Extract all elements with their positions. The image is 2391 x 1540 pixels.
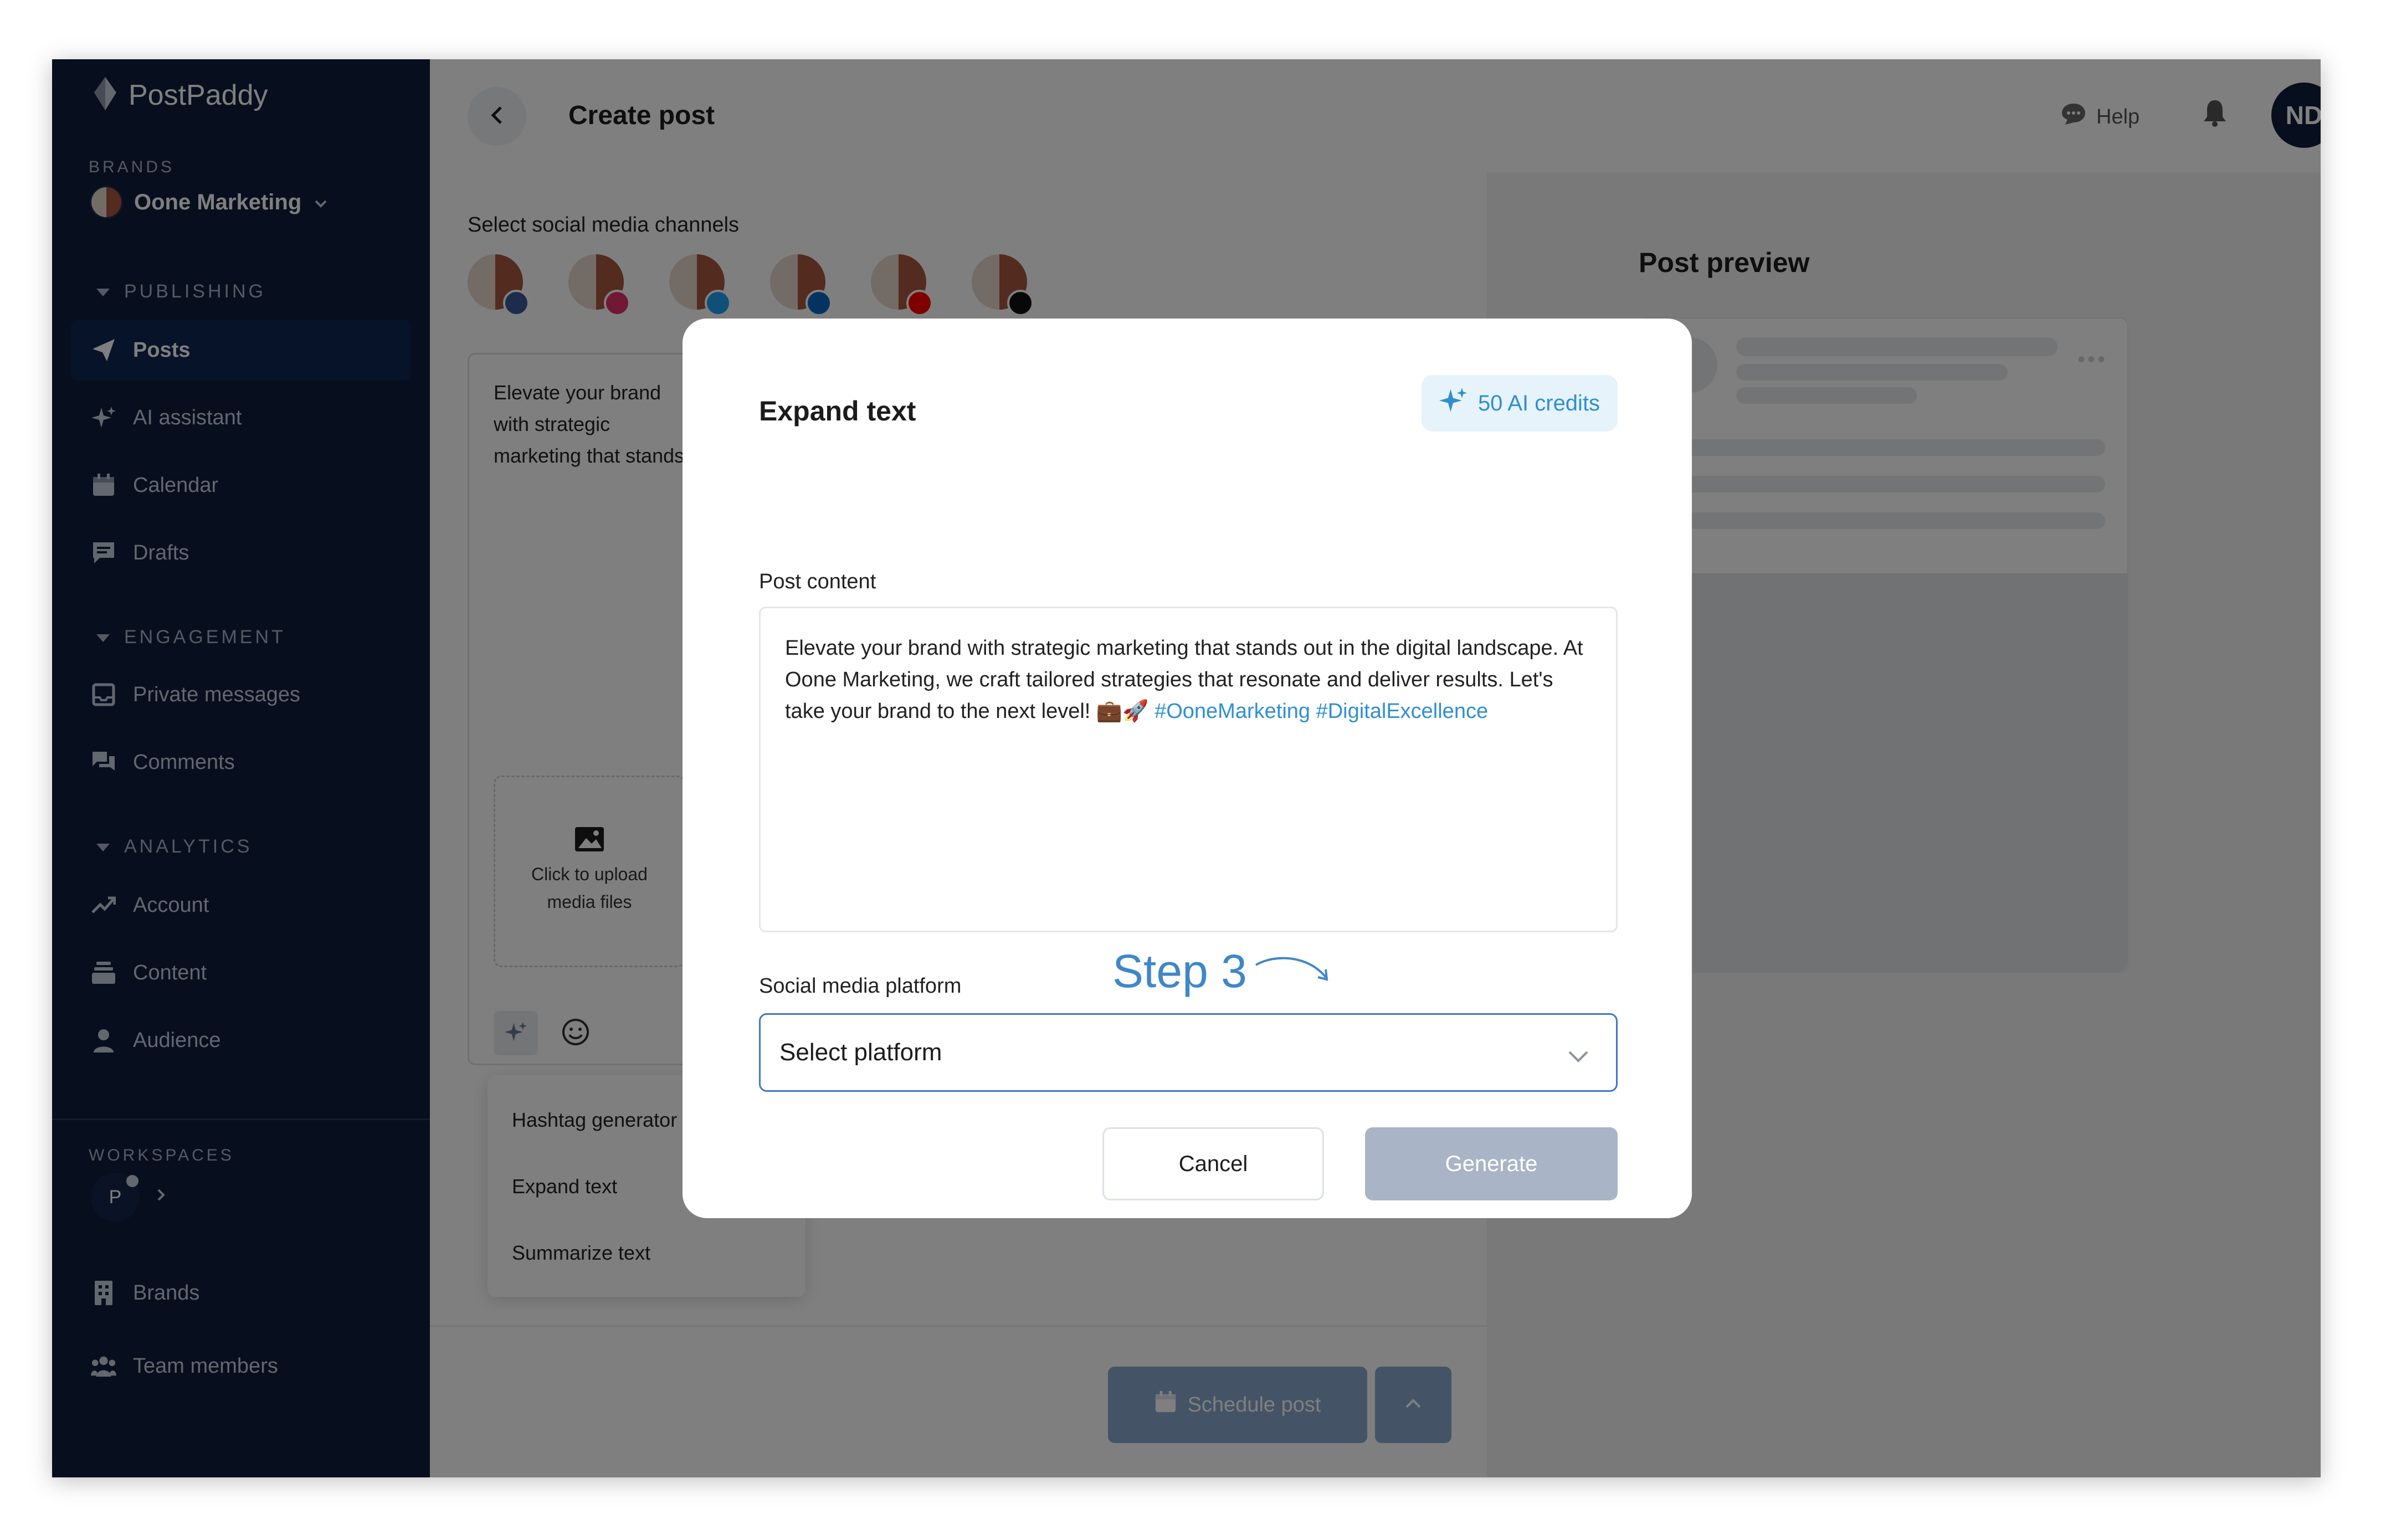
ai-credits-label: 50 AI credits <box>1477 391 1600 415</box>
curved-arrow-icon <box>1253 944 1336 998</box>
chevron-down-icon <box>1567 1043 1589 1070</box>
platform-select-value: Select platform <box>779 1039 942 1066</box>
sparkle-icon <box>1439 387 1467 420</box>
generate-button[interactable]: Generate <box>1365 1127 1618 1200</box>
cancel-button[interactable]: Cancel <box>1102 1127 1324 1200</box>
platform-label: Social media platform <box>759 974 962 998</box>
expand-text-modal: Expand text 50 AI credits Post content E… <box>683 319 1692 1218</box>
step-annotation: Step 3 <box>1112 944 1336 998</box>
post-content-textarea[interactable]: Elevate your brand with strategic market… <box>759 607 1618 932</box>
post-content-label: Post content <box>759 570 876 593</box>
post-content-text[interactable]: Elevate your brand with strategic market… <box>785 633 1588 727</box>
app-window: PostPaddy BRANDS Oone Marketing PUBLISHI… <box>52 59 2321 1477</box>
post-content-hashtags: #OoneMarketing #DigitalExcellence <box>1155 700 1489 723</box>
modal-title: Expand text <box>759 396 916 427</box>
ai-credits-badge: 50 AI credits <box>1422 375 1618 432</box>
step-label: Step 3 <box>1112 945 1247 997</box>
platform-select[interactable]: Select platform <box>759 1013 1618 1092</box>
